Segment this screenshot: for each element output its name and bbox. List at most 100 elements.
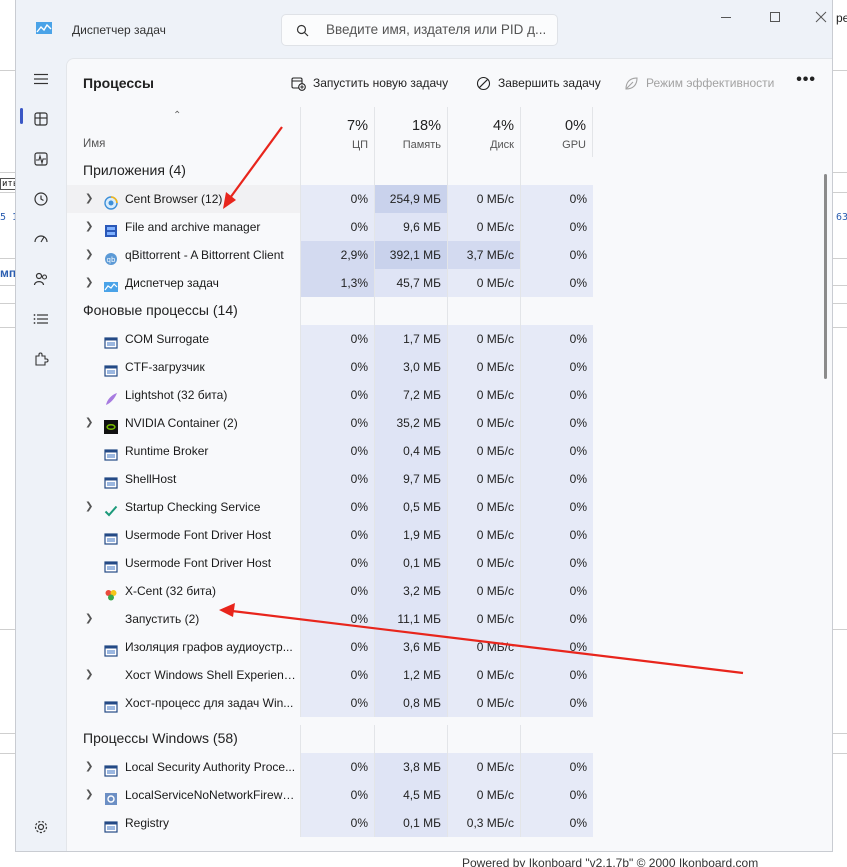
hamburger-icon [34, 73, 48, 85]
search-box[interactable] [281, 14, 558, 46]
process-row[interactable]: ❯ Cent Browser (12) 0% 254,9 МБ 0 МБ/с 0% [67, 185, 818, 213]
bg-fragment: 63 [836, 212, 847, 223]
process-row[interactable]: Usermode Font Driver Host 0% 1,9 МБ 0 МБ/с 0… [67, 521, 818, 549]
more-options-button[interactable]: ••• [796, 71, 816, 89]
process-row[interactable]: ❯ Хост Windows Shell Experienc... 0% 1,2 МБ… [67, 661, 818, 689]
process-cpu: 0% [300, 661, 374, 689]
process-disk: 0 МБ/с [447, 437, 520, 465]
column-disk[interactable]: 4% Диск [447, 107, 520, 157]
minimize-button[interactable] [716, 10, 736, 28]
process-gpu: 0% [520, 577, 593, 605]
column-cpu[interactable]: 7% ЦП [300, 107, 374, 157]
chevron-right-icon[interactable]: ❯ [85, 269, 93, 297]
process-name-cell: Lightshot (32 бита) [67, 381, 301, 409]
new-task-button[interactable]: Запустить новую задачу [291, 73, 448, 93]
chevron-right-icon[interactable]: ❯ [85, 753, 93, 781]
process-gpu: 0% [520, 661, 593, 689]
end-task-button[interactable]: Завершить задачу [476, 73, 601, 93]
process-row[interactable]: ❯ Диспетчер задач 1,3% 45,7 МБ 0 МБ/с 0% [67, 269, 818, 297]
process-row[interactable]: Хост-процесс для задач Win... 0% 0,8 МБ 0 М… [67, 689, 818, 717]
window-title: Диспетчер задач [72, 23, 166, 37]
chevron-right-icon[interactable]: ❯ [85, 661, 93, 689]
process-mem: 7,2 МБ [374, 381, 447, 409]
efficiency-mode-button[interactable]: Режим эффективности [624, 73, 774, 93]
window-icon [104, 696, 118, 713]
group-cell [520, 297, 593, 325]
process-name: COM Surrogate [125, 332, 210, 346]
close-button[interactable] [811, 10, 831, 28]
process-disk: 0 МБ/с [447, 661, 520, 689]
nav-performance[interactable] [28, 146, 54, 172]
page-title: Процессы [83, 75, 154, 91]
process-name-cell: Usermode Font Driver Host [67, 549, 301, 577]
file-manager-icon [104, 220, 118, 237]
process-cpu: 0% [300, 605, 374, 633]
column-memory[interactable]: 18% Память [374, 107, 447, 157]
nav-menu-button[interactable] [28, 66, 54, 92]
cpu-label: ЦП [351, 139, 368, 151]
process-name-cell: ❯ Запустить (2) [67, 605, 301, 633]
sort-up-icon[interactable]: ⌃ [173, 110, 181, 121]
process-row[interactable]: ❯ File and archive manager 0% 9,6 МБ 0 МБ/с 0… [67, 213, 818, 241]
process-row[interactable]: COM Surrogate 0% 1,7 МБ 0 МБ/с 0% [67, 325, 818, 353]
svg-text:qb: qb [107, 256, 116, 264]
process-row[interactable]: ❯ Запустить (2) 0% 11,1 МБ 0 МБ/с 0% [67, 605, 818, 633]
process-cpu: 0% [300, 633, 374, 661]
chevron-right-icon[interactable]: ❯ [85, 213, 93, 241]
process-mem: 254,9 МБ [374, 185, 447, 213]
nav-app-history[interactable] [28, 186, 54, 212]
process-row[interactable]: ❯ Local Security Authority Proce... 0% 3,8 … [67, 753, 818, 781]
group-header: Процессы Windows (58) [83, 730, 238, 746]
process-name: ShellHost [125, 472, 177, 486]
gear-service-icon [104, 788, 118, 805]
nav-users[interactable] [28, 266, 54, 292]
process-name-cell: ❯ Cent Browser (12) [67, 185, 301, 213]
column-name[interactable]: Имя [83, 138, 105, 150]
nav-details[interactable] [28, 306, 54, 332]
process-gpu: 0% [520, 633, 593, 661]
process-row[interactable]: Registry 0% 0,1 МБ 0,3 МБ/с 0% [67, 809, 818, 837]
table-header: ⌃ Имя 7% ЦП 18% Память 4% Диск 0% GPU [67, 107, 832, 157]
process-row[interactable]: ShellHost 0% 9,7 МБ 0 МБ/с 0% [67, 465, 818, 493]
process-row[interactable]: Runtime Broker 0% 0,4 МБ 0 МБ/с 0% [67, 437, 818, 465]
process-row[interactable]: X-Cent (32 бита) 0% 3,2 МБ 0 МБ/с 0% [67, 577, 818, 605]
process-row[interactable]: CTF-загрузчик 0% 3,0 МБ 0 МБ/с 0% [67, 353, 818, 381]
nav-settings[interactable] [28, 814, 54, 840]
process-gpu: 0% [520, 437, 593, 465]
nav-services[interactable] [28, 346, 54, 372]
window-icon [104, 816, 118, 833]
process-name-cell: ❯ File and archive manager [67, 213, 301, 241]
column-gpu[interactable]: 0% GPU [520, 107, 593, 157]
chevron-right-icon[interactable]: ❯ [85, 409, 93, 437]
process-row[interactable]: ❯ NVIDIA Container (2) 0% 35,2 МБ 0 МБ/с 0% [67, 409, 818, 437]
chevron-right-icon[interactable]: ❯ [85, 241, 93, 269]
group-cell [374, 157, 447, 185]
chevron-right-icon[interactable]: ❯ [85, 493, 93, 521]
process-row[interactable]: ❯ LocalServiceNoNetworkFirewa... 0% 4,5 МБ 0… [67, 781, 818, 809]
process-name: Хост-процесс для задач Win... [125, 696, 294, 710]
process-row[interactable]: Lightshot (32 бита) 0% 7,2 МБ 0 МБ/с 0% [67, 381, 818, 409]
nav-processes[interactable] [28, 106, 54, 132]
process-row[interactable]: ❯ Startup Checking Service 0% 0,5 МБ 0 МБ/с 0… [67, 493, 818, 521]
command-bar: Процессы Запустить новую задачу Завершит… [67, 59, 832, 107]
process-row[interactable]: ❯ qb qBittorrent - A Bittorrent Client 2,9%… [67, 241, 818, 269]
disk-label: Диск [490, 139, 514, 151]
maximize-button[interactable] [765, 10, 785, 28]
group-cell [447, 725, 520, 753]
process-row[interactable]: Изоляция графов аудиоустр... 0% 3,6 МБ 0 МБ… [67, 633, 818, 661]
search-input[interactable] [326, 22, 551, 37]
process-cpu: 0% [300, 381, 374, 409]
chevron-right-icon[interactable]: ❯ [85, 781, 93, 809]
process-cpu: 0% [300, 353, 374, 381]
window-icon [104, 472, 118, 489]
process-disk: 0 МБ/с [447, 465, 520, 493]
process-name: Lightshot (32 бита) [125, 388, 228, 402]
process-name: Запустить (2) [125, 612, 200, 626]
chevron-right-icon[interactable]: ❯ [85, 185, 93, 213]
process-cpu: 0% [300, 549, 374, 577]
process-row[interactable]: Usermode Font Driver Host 0% 0,1 МБ 0 МБ/с 0… [67, 549, 818, 577]
scrollbar-thumb[interactable] [824, 174, 827, 379]
nav-startup[interactable] [28, 226, 54, 252]
bg-fragment[interactable]: мп [0, 266, 16, 280]
chevron-right-icon[interactable]: ❯ [85, 605, 93, 633]
